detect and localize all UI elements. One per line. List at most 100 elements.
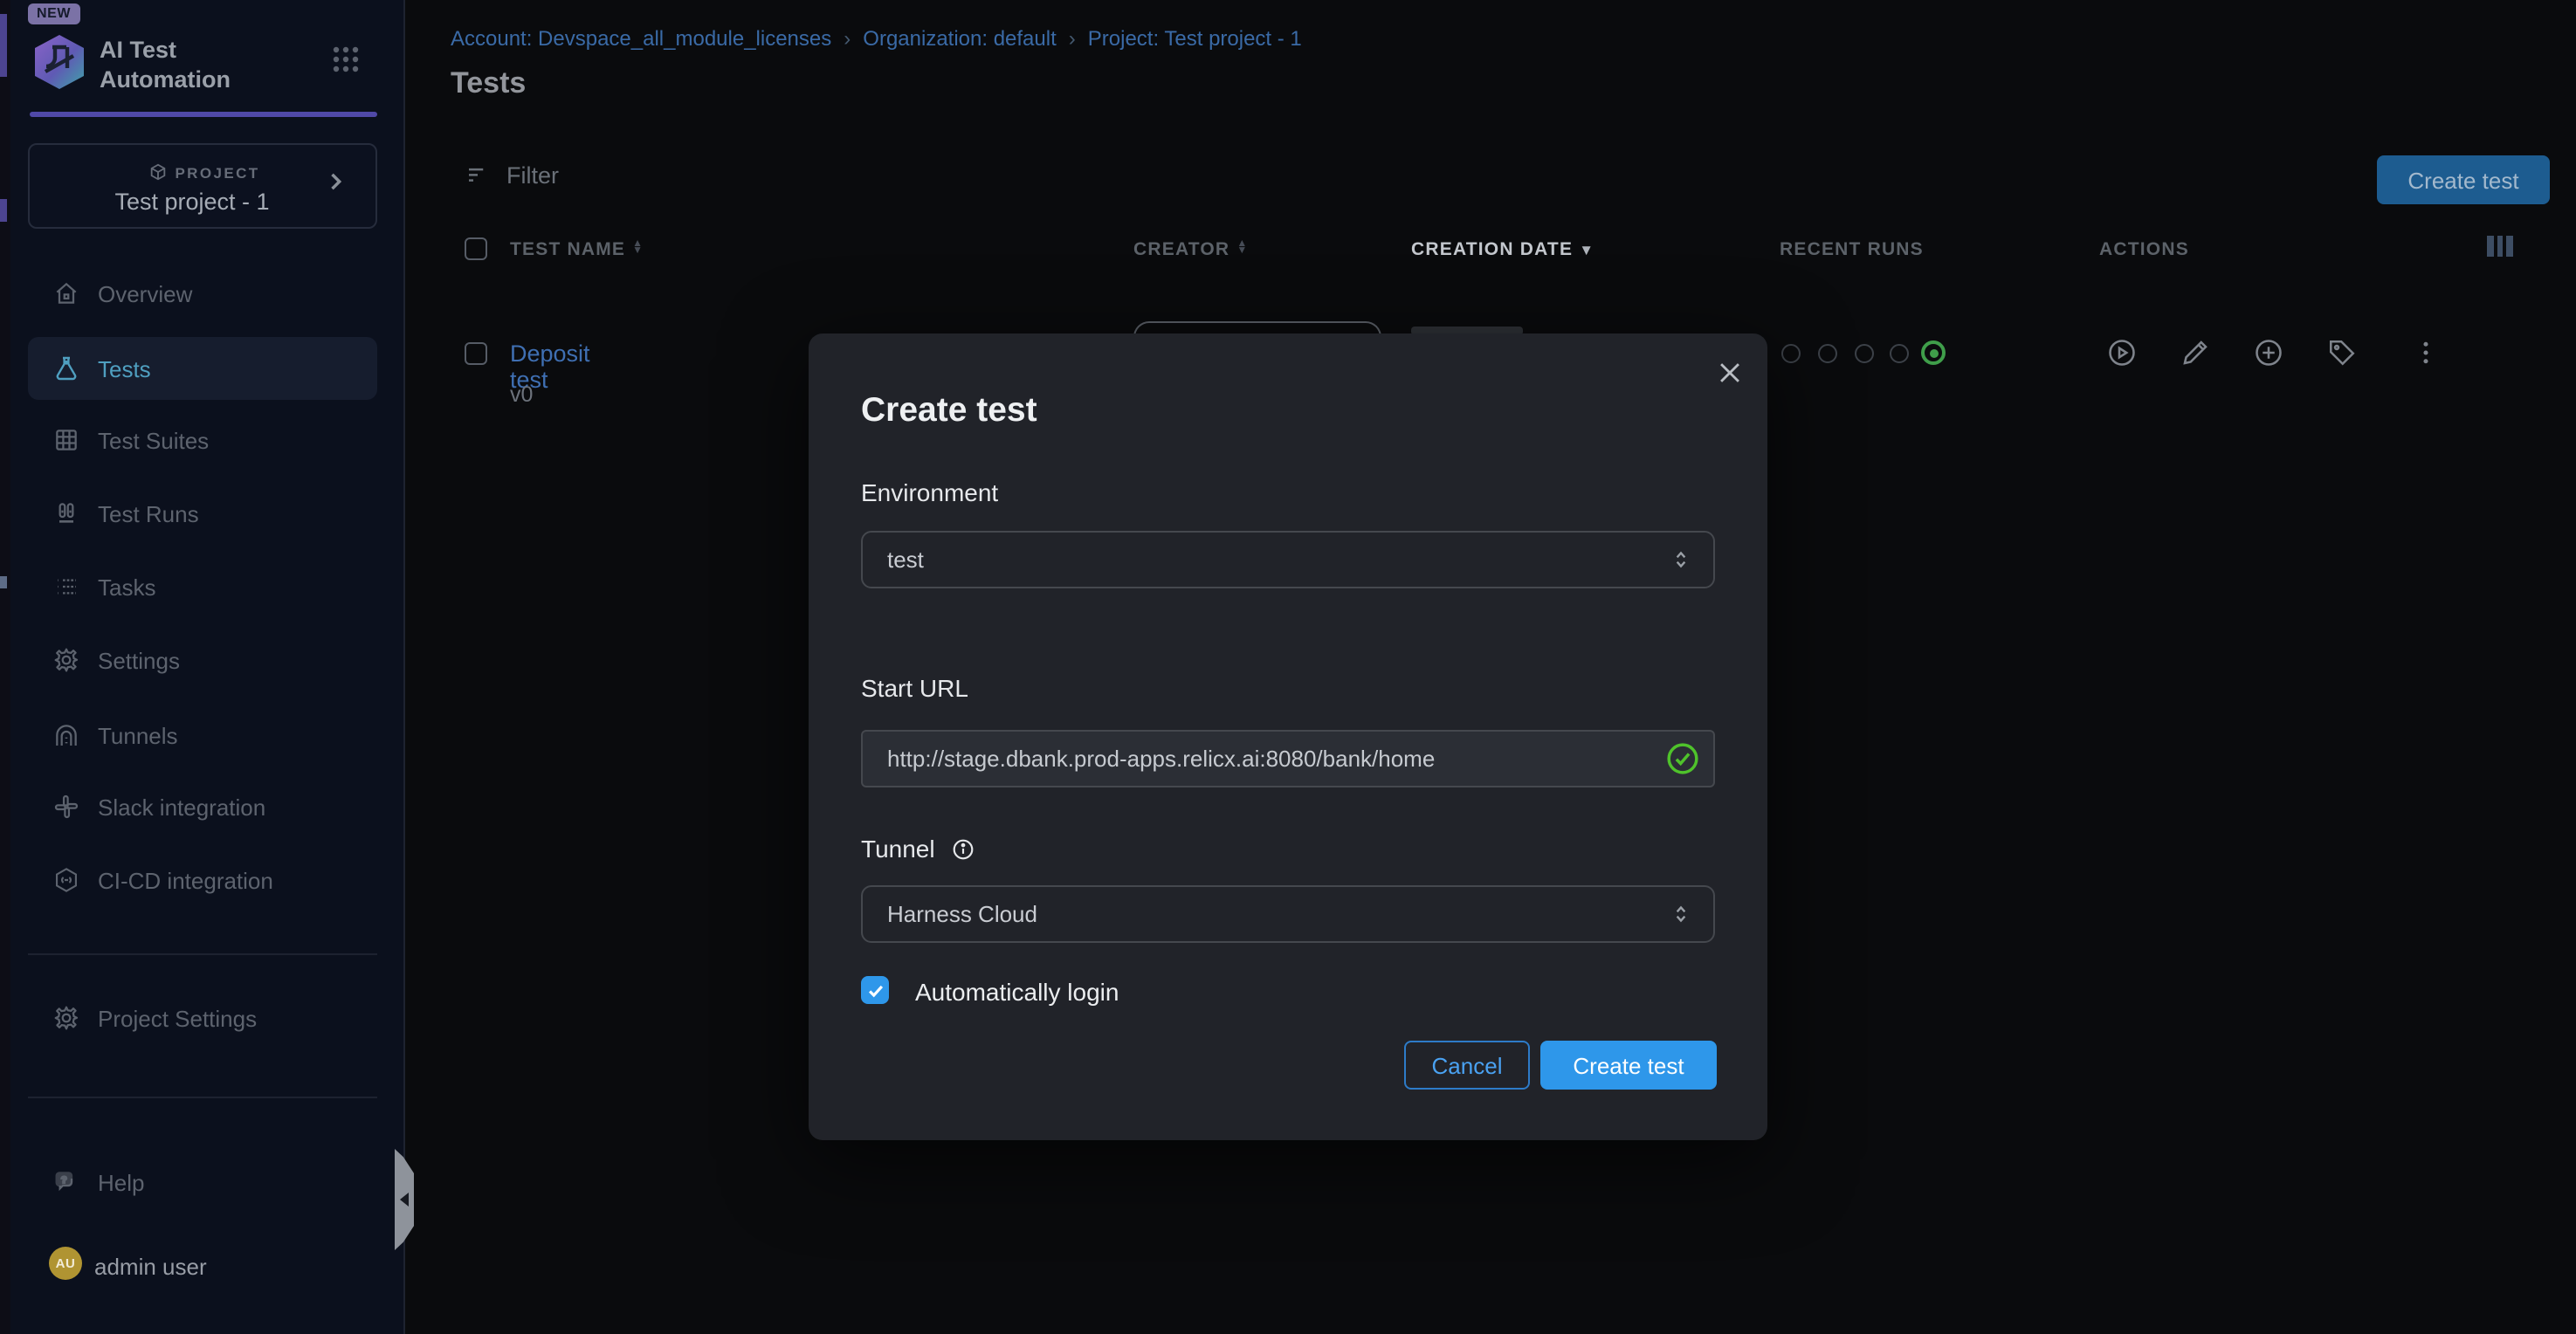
recent-run-dot[interactable] xyxy=(1781,344,1801,363)
page-title: Tests xyxy=(451,66,526,101)
app-title: AI Test Automation xyxy=(100,35,292,94)
column-header-creator[interactable]: CREATOR ▲▼ xyxy=(1133,239,1248,260)
column-header-recent-runs: RECENT RUNS xyxy=(1780,239,1924,260)
user-avatar[interactable]: AU xyxy=(49,1247,82,1280)
create-test-button-toolbar[interactable]: Create test xyxy=(2377,155,2550,204)
left-rail xyxy=(0,0,10,1334)
project-selector-label-text: PROJECT xyxy=(175,164,259,182)
start-url-label: Start URL xyxy=(861,674,968,702)
sidebar-divider xyxy=(28,1097,377,1098)
filter-lines-icon xyxy=(465,162,491,189)
environment-select[interactable]: test xyxy=(861,531,1715,588)
flask-icon xyxy=(52,354,80,382)
sidebar-item-tests[interactable]: Tests xyxy=(28,337,377,400)
tunnel-icon xyxy=(52,721,80,749)
sidebar-item-label: Tasks xyxy=(98,574,155,600)
collapse-arrow-icon xyxy=(399,1193,408,1207)
environment-select-value: test xyxy=(887,547,924,573)
sidebar-item-label: Slack integration xyxy=(98,794,265,820)
select-all-checkbox[interactable] xyxy=(465,237,487,260)
sidebar-item-help[interactable]: ? Help xyxy=(28,1151,377,1214)
breadcrumb-org-link[interactable]: Organization: default xyxy=(863,26,1057,51)
filter-label: Filter xyxy=(506,162,559,189)
cicd-hexagon-link-icon xyxy=(52,866,80,894)
sidebar-item-label: Test Runs xyxy=(98,500,199,526)
tunnel-select-value: Harness Cloud xyxy=(887,901,1037,927)
tunnel-select[interactable]: Harness Cloud xyxy=(861,885,1715,943)
gear-icon xyxy=(52,646,80,674)
project-selector-value: Test project - 1 xyxy=(30,189,355,215)
recent-run-dot[interactable] xyxy=(1855,344,1874,363)
test-version: v0 xyxy=(510,382,533,407)
column-label: CREATION DATE xyxy=(1411,239,1573,260)
column-label: ACTIONS xyxy=(2099,239,2189,260)
breadcrumb-separator: › xyxy=(844,26,851,51)
breadcrumb-project-link[interactable]: Project: Test project - 1 xyxy=(1088,26,1302,51)
column-settings-icon[interactable] xyxy=(2487,236,2512,257)
sidebar-item-overview[interactable]: Overview xyxy=(28,262,377,325)
tag-icon[interactable] xyxy=(2326,337,2358,368)
sidebar-item-tunnels[interactable]: Tunnels xyxy=(28,704,377,767)
environment-label: Environment xyxy=(861,478,998,506)
rail-accent-mid xyxy=(0,199,7,222)
sidebar-item-test-runs[interactable]: Test Runs xyxy=(28,482,377,545)
plus-circle-icon[interactable] xyxy=(2253,337,2284,368)
sidebar-item-cicd-integration[interactable]: CI-CD integration xyxy=(28,849,377,911)
sidebar-item-test-suites[interactable]: Test Suites xyxy=(28,409,377,471)
column-label: RECENT RUNS xyxy=(1780,239,1924,260)
app-switcher-grid-icon[interactable] xyxy=(332,45,360,73)
brand-divider xyxy=(30,112,377,116)
kebab-menu-icon[interactable] xyxy=(2410,337,2442,368)
cancel-button[interactable]: Cancel xyxy=(1404,1041,1530,1090)
play-circle-icon[interactable] xyxy=(2106,337,2138,368)
column-header-actions: ACTIONS xyxy=(2099,239,2189,260)
edit-pencil-icon[interactable] xyxy=(2180,337,2211,368)
tunnel-label: Tunnel xyxy=(861,835,975,863)
sidebar-collapse-handle[interactable] xyxy=(395,1149,414,1250)
rail-accent-top xyxy=(0,14,7,77)
checkmark-icon xyxy=(865,980,885,1000)
auto-login-checkbox[interactable] xyxy=(861,976,889,1004)
grid-table-icon xyxy=(52,426,80,454)
help-chat-icon: ? xyxy=(52,1168,80,1196)
sidebar-divider xyxy=(28,953,377,955)
sort-arrows-icon: ▲▼ xyxy=(1236,240,1248,256)
sidebar-item-project-settings[interactable]: Project Settings xyxy=(28,987,377,1049)
user-name[interactable]: admin user xyxy=(94,1254,207,1280)
sort-desc-icon: ▼ xyxy=(1579,241,1595,258)
sidebar-item-label: Overview xyxy=(98,280,192,306)
breadcrumb: Account: Devspace_all_module_licenses › Or… xyxy=(451,26,1302,51)
sidebar-item-settings[interactable]: Settings xyxy=(28,629,377,691)
create-test-submit-button[interactable]: Create test xyxy=(1540,1041,1717,1090)
sidebar-item-slack-integration[interactable]: Slack integration xyxy=(28,775,377,838)
row-checkbox[interactable] xyxy=(465,342,487,365)
recent-run-dot[interactable] xyxy=(1818,344,1837,363)
recent-run-dot-passed[interactable] xyxy=(1921,340,1946,365)
sidebar-item-label: CI-CD integration xyxy=(98,867,273,893)
start-url-input[interactable] xyxy=(861,730,1715,787)
sort-arrows-icon: ▲▼ xyxy=(632,240,644,256)
project-selector[interactable]: PROJECT Test project - 1 xyxy=(28,143,377,229)
cube-icon xyxy=(148,162,168,182)
slack-icon xyxy=(52,793,80,821)
new-badge: NEW xyxy=(28,3,79,24)
chevron-right-icon xyxy=(323,169,348,194)
sidebar-item-tasks[interactable]: Tasks xyxy=(28,555,377,618)
column-header-creation-date[interactable]: CREATION DATE ▼ xyxy=(1411,239,1595,260)
breadcrumb-account-link[interactable]: Account: Devspace_all_module_licenses xyxy=(451,26,831,51)
auto-login-label: Automatically login xyxy=(915,978,1119,1006)
column-header-test-name[interactable]: TEST NAME▲▼ xyxy=(510,239,644,260)
app-title-line1: AI Test xyxy=(100,35,292,65)
home-icon xyxy=(52,279,80,307)
info-icon[interactable] xyxy=(952,838,975,861)
modal-title: Create test xyxy=(861,391,1037,431)
sidebar-item-label: Tunnels xyxy=(98,722,178,748)
select-chevrons-icon xyxy=(1670,548,1692,571)
recent-run-dot[interactable] xyxy=(1890,344,1909,363)
svg-text:?: ? xyxy=(61,1175,67,1186)
task-list-icon xyxy=(52,573,80,601)
sidebar-item-label: Tests xyxy=(98,355,151,382)
column-label: CREATOR xyxy=(1133,239,1229,260)
close-icon[interactable] xyxy=(1715,358,1745,388)
filter-button[interactable]: Filter xyxy=(465,162,559,189)
